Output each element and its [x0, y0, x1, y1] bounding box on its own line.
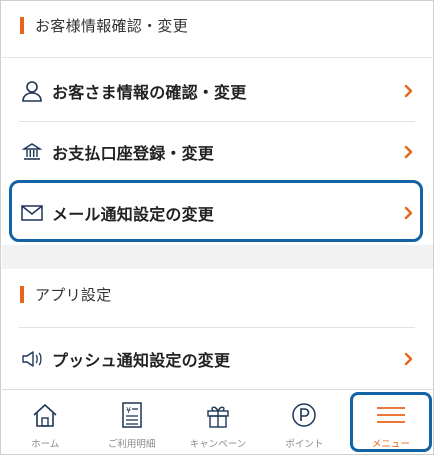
section-header-app-settings: アプリ設定	[2, 270, 433, 318]
speaker-icon	[20, 347, 44, 371]
row-label: プッシュ通知設定の変更	[52, 351, 231, 370]
tab-statement[interactable]: ¥ ご利用明細	[88, 390, 174, 454]
home-icon	[30, 400, 60, 430]
row-customer-info[interactable]: お客さま情報の確認・変更	[2, 61, 433, 121]
svg-text:¥: ¥	[126, 406, 131, 415]
divider	[19, 327, 415, 328]
person-icon	[20, 79, 44, 103]
tab-campaign[interactable]: キャンペーン	[175, 390, 261, 454]
section-title: アプリ設定	[35, 285, 112, 304]
divider	[2, 57, 432, 58]
row-label: お支払口座登録・変更	[52, 144, 215, 163]
menu-focus-highlight	[350, 392, 432, 452]
tab-label: ご利用明細	[107, 439, 156, 450]
tab-label: ポイント	[285, 439, 324, 450]
section-accent-bar	[20, 285, 24, 303]
tab-label: キャンペーン	[189, 439, 247, 450]
tab-label: ホーム	[31, 439, 60, 450]
section-gap	[2, 245, 433, 269]
section-title: お客様情報確認・変更	[35, 16, 189, 35]
screen: お客様情報確認・変更 お客さま情報の確認・変更 お支払口座登録・変更 メール通知…	[0, 0, 434, 455]
chevron-right-icon	[402, 352, 416, 366]
tab-point[interactable]: ポイント	[261, 390, 347, 454]
tab-home[interactable]: ホーム	[2, 390, 88, 454]
focus-highlight	[9, 180, 423, 242]
row-payment-account[interactable]: お支払口座登録・変更	[2, 122, 433, 182]
row-label: お客さま情報の確認・変更	[52, 83, 247, 102]
bank-icon	[20, 140, 44, 164]
point-icon	[289, 400, 319, 430]
gift-icon	[203, 400, 233, 430]
row-push-notification[interactable]: プッシュ通知設定の変更	[2, 329, 433, 389]
section-header-customer-info: お客様情報確認・変更	[2, 1, 433, 49]
statement-icon: ¥	[117, 400, 147, 430]
chevron-right-icon	[402, 145, 416, 159]
section-accent-bar	[20, 16, 24, 34]
chevron-right-icon	[402, 84, 416, 98]
